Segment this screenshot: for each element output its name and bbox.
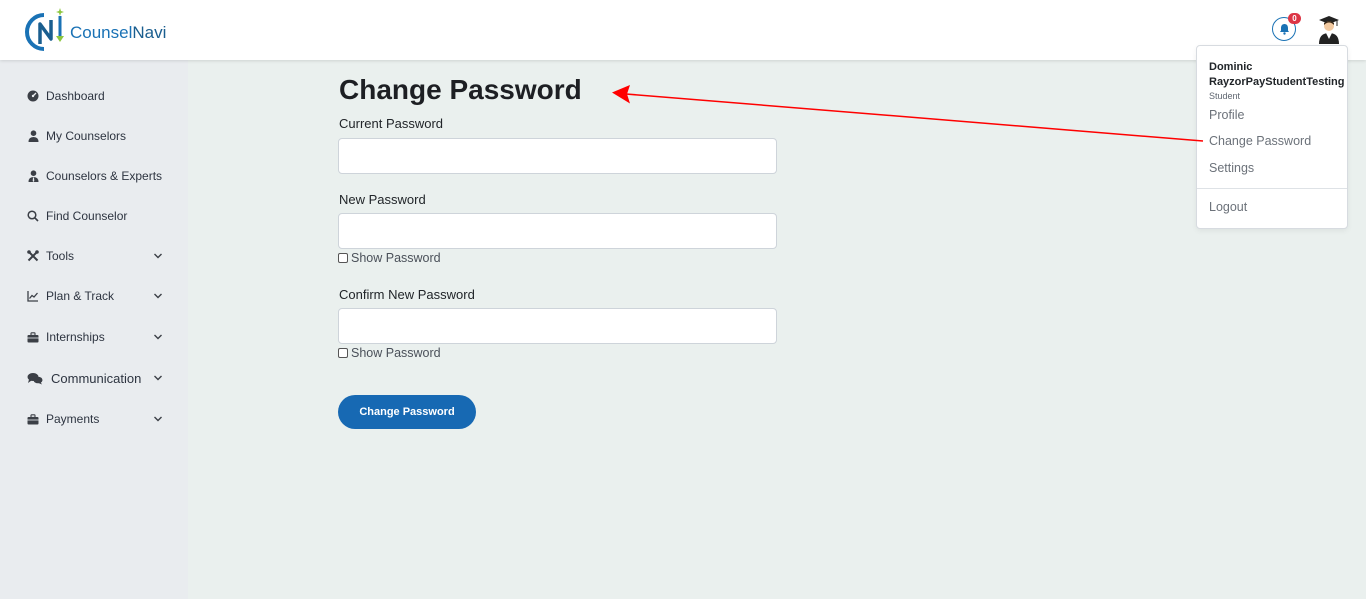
new-password-label: New Password — [339, 192, 426, 207]
notification-count-badge: 0 — [1288, 13, 1301, 24]
sidebar: Dashboard My Counselors Counselors & Exp… — [0, 60, 188, 599]
chevron-down-icon — [154, 293, 162, 299]
sidebar-item-label: Counselors & Experts — [46, 169, 163, 183]
show-password-label: Show Password — [351, 346, 441, 360]
sidebar-item-internships[interactable]: Internships — [0, 321, 188, 353]
menu-item-settings[interactable]: Settings — [1209, 161, 1254, 175]
checkbox-box[interactable] — [338, 253, 348, 263]
sidebar-item-counselors-experts[interactable]: Counselors & Experts — [0, 160, 188, 192]
menu-divider — [1197, 188, 1347, 189]
menu-item-change-password[interactable]: Change Password — [1209, 134, 1311, 148]
sidebar-item-plan-track[interactable]: Plan & Track — [0, 280, 188, 312]
show-new-password-checkbox[interactable]: Show Password — [338, 251, 441, 265]
checkbox-box[interactable] — [338, 348, 348, 358]
logo-text: CounselNavi — [70, 23, 167, 42]
chevron-down-icon — [154, 416, 162, 422]
graduate-avatar-icon[interactable] — [1316, 14, 1342, 44]
show-confirm-password-checkbox[interactable]: Show Password — [338, 346, 441, 360]
user-menu-dropdown: Dominic RayzorPayStudentTesting Student … — [1196, 45, 1348, 229]
sidebar-item-label: Communication — [51, 370, 142, 386]
user-icon — [27, 130, 39, 142]
sidebar-item-my-counselors[interactable]: My Counselors — [0, 120, 188, 152]
chevron-down-icon — [154, 253, 162, 259]
logo-mark-icon — [25, 8, 64, 51]
comments-icon — [27, 372, 43, 384]
sidebar-item-label: Find Counselor — [46, 209, 128, 223]
sidebar-item-label: Internships — [46, 330, 105, 344]
counselnavi-logo[interactable]: CounselNavi — [18, 6, 166, 54]
top-header: CounselNavi 0 — [0, 0, 1366, 60]
sidebar-item-payments[interactable]: Payments — [0, 403, 188, 435]
menu-item-profile[interactable]: Profile — [1209, 108, 1244, 122]
confirm-password-field[interactable] — [338, 308, 777, 344]
search-icon — [27, 210, 39, 222]
page-title: Change Password — [339, 74, 582, 105]
sidebar-item-label: My Counselors — [46, 129, 127, 143]
dashboard-icon — [27, 90, 39, 102]
sidebar-item-tools[interactable]: Tools — [0, 240, 188, 272]
user-role: Student — [1209, 91, 1241, 101]
sidebar-item-find-counselor[interactable]: Find Counselor — [0, 200, 188, 232]
bell-icon — [1279, 24, 1289, 35]
tools-icon — [27, 250, 39, 262]
confirm-password-label: Confirm New Password — [339, 287, 475, 302]
briefcase-icon — [27, 413, 39, 425]
sidebar-item-dashboard[interactable]: Dashboard — [0, 80, 188, 112]
new-password-field[interactable] — [338, 213, 777, 249]
sidebar-item-label: Dashboard — [46, 89, 105, 103]
sidebar-item-label: Tools — [46, 249, 75, 263]
chevron-down-icon — [154, 375, 162, 381]
sidebar-item-communication[interactable]: Communication — [0, 362, 188, 394]
current-password-field[interactable] — [338, 138, 777, 174]
chevron-down-icon — [154, 334, 162, 340]
menu-item-logout[interactable]: Logout — [1209, 200, 1247, 214]
current-password-label: Current Password — [339, 116, 444, 131]
user-tie-icon — [27, 170, 39, 182]
briefcase-icon — [27, 331, 39, 343]
show-password-label: Show Password — [351, 251, 441, 265]
chart-line-icon — [27, 290, 39, 302]
annotation-arrow — [612, 85, 1204, 142]
change-password-button[interactable]: Change Password — [338, 395, 476, 429]
sidebar-item-label: Payments — [46, 412, 100, 426]
user-name: Dominic RayzorPayStudentTesting — [1209, 61, 1345, 88]
sidebar-item-label: Plan & Track — [46, 289, 115, 303]
